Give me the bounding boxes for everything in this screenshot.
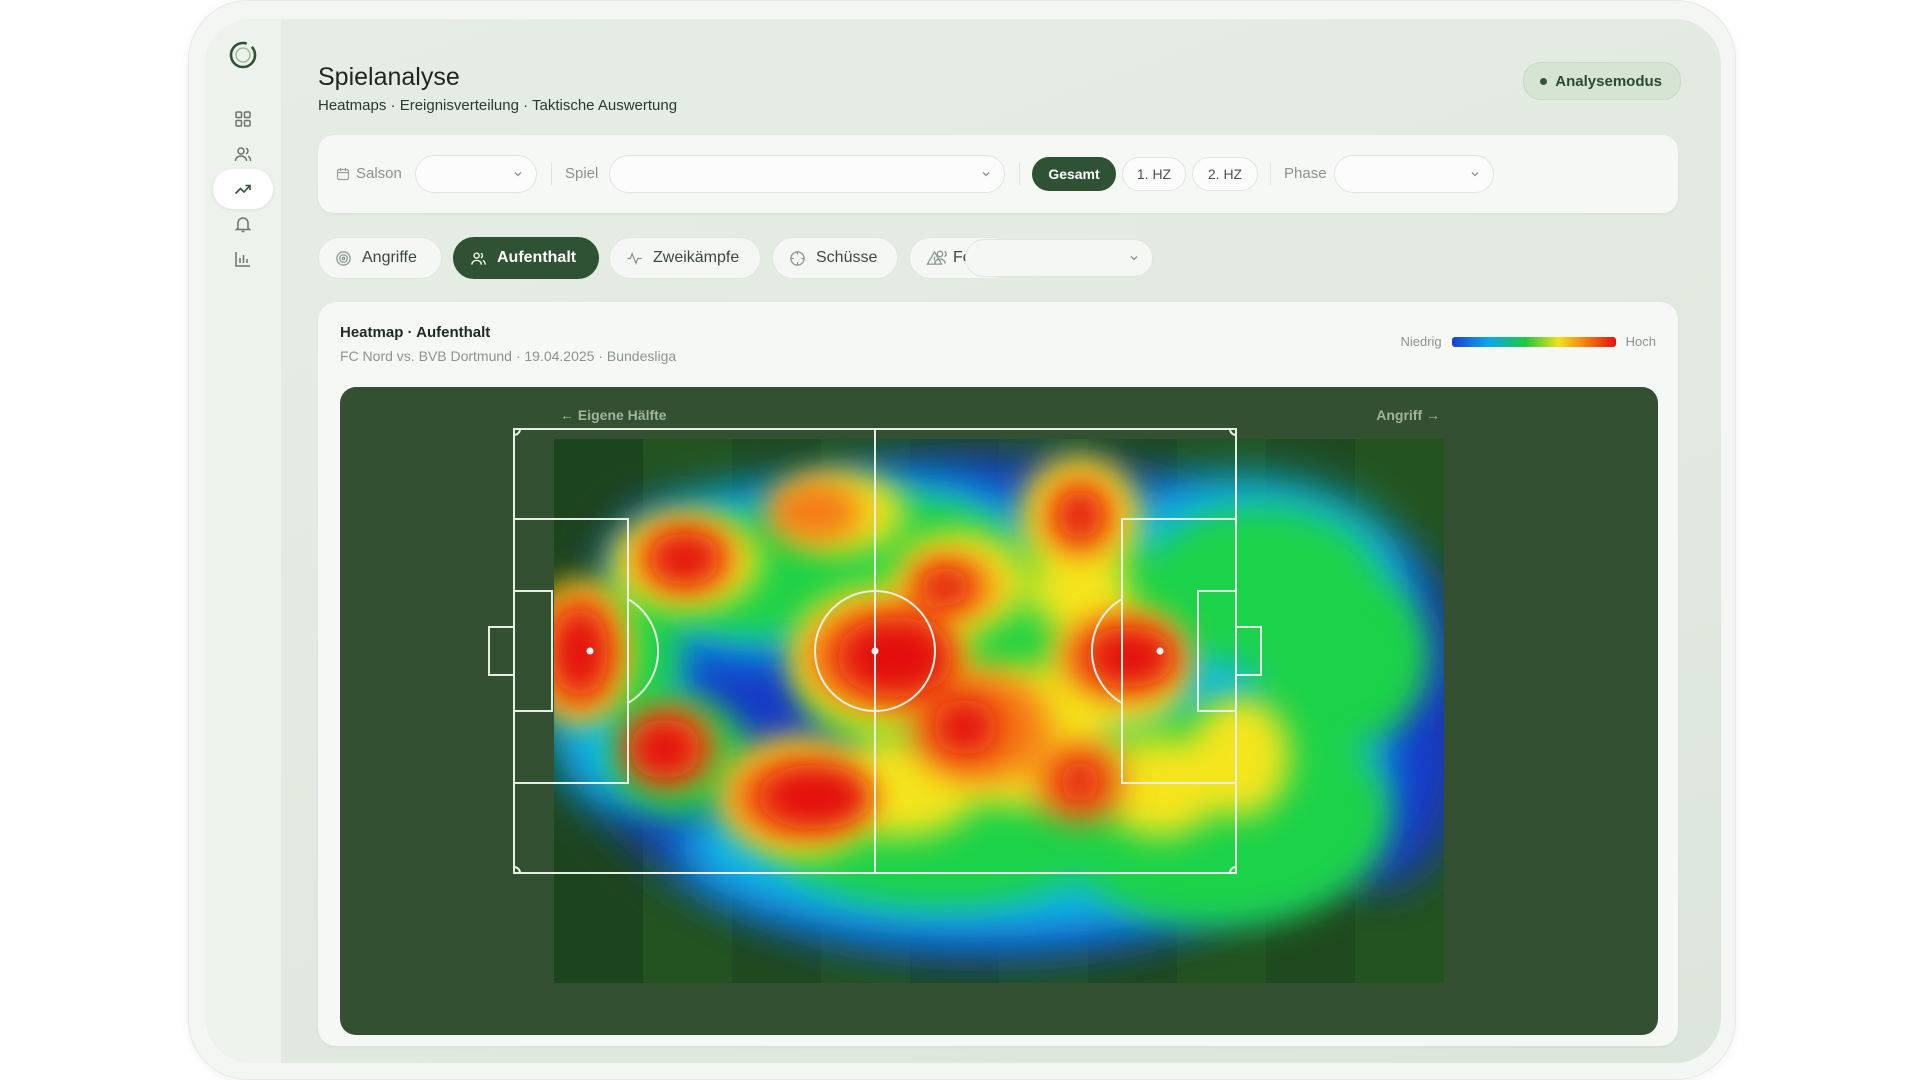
bell-icon [234, 217, 252, 233]
users-icon [234, 147, 252, 162]
chevron-down-icon [514, 172, 522, 177]
left-goal-area [513, 590, 553, 712]
sidebar-item-analysis[interactable] [213, 169, 273, 209]
heatmap-title: Heatmap · Aufenthalt [340, 324, 491, 341]
right-penalty-spot [1156, 647, 1164, 655]
chevron-down-icon [982, 172, 990, 177]
grid-icon [235, 111, 251, 127]
match-filter-label: Spiel [565, 165, 598, 182]
heatmap-card: Heatmap · Aufenthalt FC Nord vs. BVB Dor… [318, 302, 1678, 1046]
filter-bar: Salson Spiel Gesamt 1. HZ 2. HZ Phase [318, 135, 1678, 213]
activity-icon [627, 251, 642, 265]
filter-divider [1270, 163, 1271, 185]
bar-chart-icon [235, 252, 250, 267]
left-penalty-spot [586, 647, 594, 655]
tab-shots[interactable]: Schüsse [772, 237, 898, 279]
sidebar-item-players[interactable] [213, 134, 273, 174]
half-toggle-total[interactable]: Gesamt [1032, 157, 1116, 191]
page-title: Spielanalyse [318, 63, 460, 91]
chevron-down-icon [1471, 172, 1479, 177]
tab-presence[interactable]: Aufenthalt [453, 237, 599, 279]
analysis-mode-badge[interactable]: Analysemodus [1523, 62, 1681, 100]
filter-divider [1019, 163, 1020, 185]
player-select[interactable] [965, 239, 1153, 277]
player-filter-icon [934, 250, 947, 264]
main-content: Spielanalyse Heatmaps · Ereignisverteilu… [281, 19, 1721, 1063]
season-select[interactable] [415, 155, 537, 193]
tab-attacks[interactable]: Angriffe [318, 237, 442, 279]
users-icon [471, 251, 486, 265]
trend-icon [234, 184, 251, 195]
phase-label-text: Phase [1284, 165, 1327, 182]
target-icon [336, 250, 351, 266]
legend-color-scale [1451, 336, 1616, 347]
app-logo-icon [229, 41, 257, 69]
sidebar-item-dashboard[interactable] [213, 99, 273, 139]
tab-duels[interactable]: Zweikämpfe [609, 237, 761, 279]
chevron-down-icon [1130, 256, 1138, 261]
center-spot [871, 647, 879, 655]
season-label-text: Salson [356, 165, 402, 182]
legend-low-label: Niedrig [1400, 334, 1442, 349]
half-toggle-second[interactable]: 2. HZ [1192, 157, 1258, 191]
legend-high-label: Hoch [1625, 334, 1656, 349]
half-toggle-first[interactable]: 1. HZ [1122, 157, 1186, 191]
phase-select[interactable] [1334, 155, 1494, 193]
match-select[interactable] [609, 155, 1005, 193]
sidebar-item-notifications[interactable] [213, 204, 273, 244]
tab-shots-label: Schüsse [816, 249, 878, 266]
tab-presence-label: Aufenthalt [497, 249, 577, 266]
calendar-icon [336, 167, 350, 180]
phase-filter-label: Phase [1284, 165, 1327, 182]
sidebar-item-statistics[interactable] [213, 239, 273, 279]
heatmap-legend: Niedrig Hoch [1400, 334, 1656, 349]
season-filter-label: Salson [336, 165, 402, 182]
left-goal [488, 626, 515, 676]
football-pitch-heatmap [488, 428, 1444, 983]
sidebar [205, 19, 282, 1063]
page-subtitle: Heatmaps · Ereignisverteilung · Taktisch… [318, 97, 678, 114]
tab-attacks-label: Angriffe [362, 249, 417, 266]
pitch-area[interactable]: ← Eigene Hälfte Angriff → [340, 387, 1658, 1035]
status-dot-icon [1540, 77, 1548, 85]
app-screen: Spielanalyse Heatmaps · Ereignisverteilu… [205, 19, 1721, 1063]
analysis-mode-label: Analysemodus [1555, 72, 1662, 90]
filter-divider [551, 163, 552, 185]
match-label-text: Spiel [565, 165, 599, 182]
tablet-frame: Spielanalyse Heatmaps · Ereignisverteilu… [188, 0, 1736, 1080]
crosshair-icon [790, 250, 805, 266]
tab-duels-label: Zweikämpfe [653, 249, 740, 266]
heatmap-subtitle: FC Nord vs. BVB Dortmund · 19.04.2025 · … [340, 348, 677, 364]
